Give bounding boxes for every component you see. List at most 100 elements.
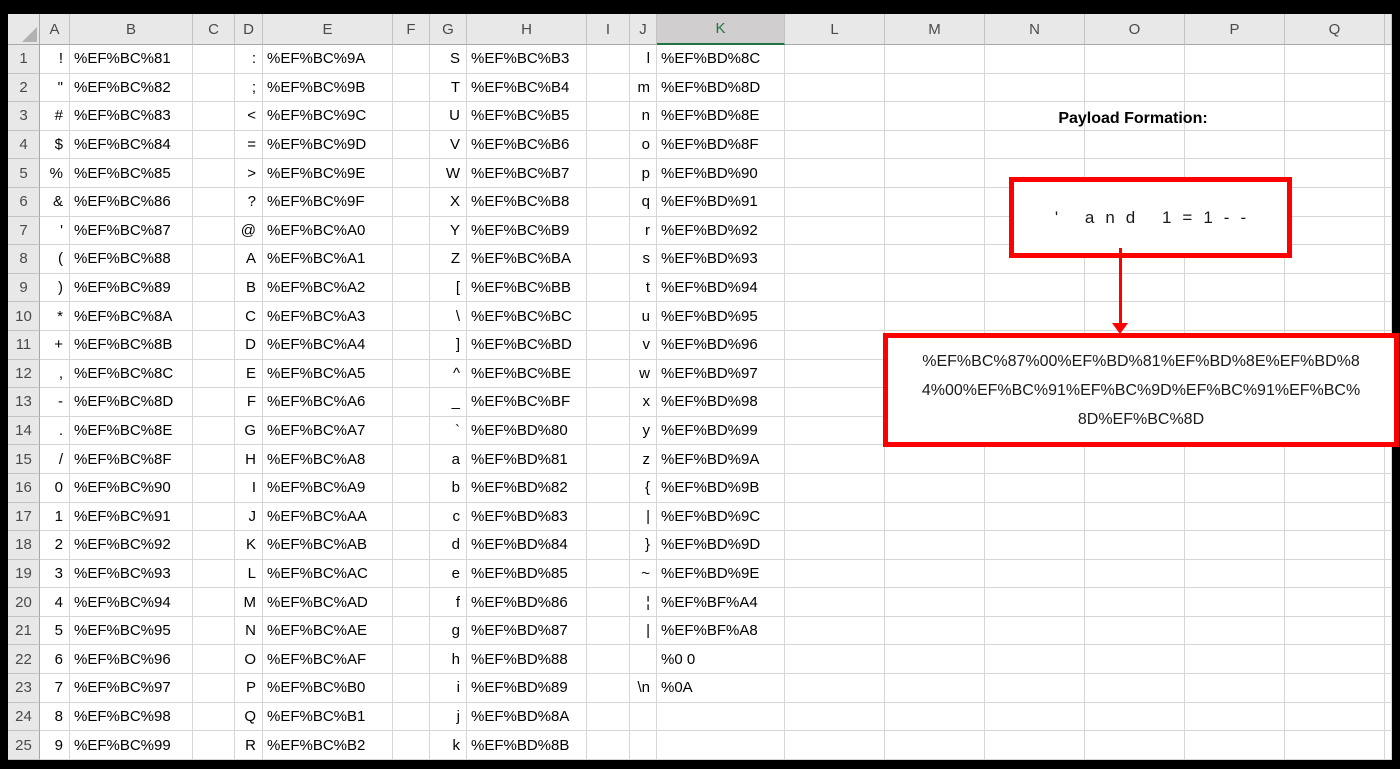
cell-C2[interactable] — [193, 73, 235, 103]
row-header-9[interactable]: 9 — [8, 273, 40, 303]
cell-L11[interactable] — [785, 330, 885, 360]
cell-K22[interactable]: %0 0 — [657, 645, 785, 675]
cell-A13[interactable]: - — [40, 388, 70, 417]
cell-I10[interactable] — [587, 302, 630, 331]
cell-M23[interactable] — [885, 674, 985, 703]
cell-J22[interactable] — [630, 645, 657, 675]
cell-A11[interactable]: + — [40, 330, 70, 360]
cell-H24[interactable]: %EF%BD%8A — [467, 702, 587, 732]
cell-E8[interactable]: %EF%BC%A1 — [263, 245, 393, 274]
cell-H6[interactable]: %EF%BC%B8 — [467, 187, 587, 217]
column-header-K[interactable]: K — [657, 14, 785, 45]
cell-B24[interactable]: %EF%BC%98 — [70, 702, 193, 732]
cell-E22[interactable]: %EF%BC%AF — [263, 645, 393, 675]
cell-D1[interactable]: : — [235, 45, 263, 74]
cell-D19[interactable]: L — [235, 559, 263, 589]
cell-F3[interactable] — [393, 102, 430, 131]
cell-G11[interactable]: ] — [430, 330, 467, 360]
cell-Q5[interactable] — [1285, 159, 1385, 188]
cell-Q17[interactable] — [1285, 502, 1385, 532]
cell-Q20[interactable] — [1285, 588, 1385, 617]
cell-C7[interactable] — [193, 216, 235, 246]
cell-F23[interactable] — [393, 674, 430, 703]
cell-H21[interactable]: %EF%BD%87 — [467, 616, 587, 646]
cell-A16[interactable]: 0 — [40, 473, 70, 503]
cell-A3[interactable]: # — [40, 102, 70, 131]
cell-K9[interactable]: %EF%BD%94 — [657, 273, 785, 303]
cell-I8[interactable] — [587, 245, 630, 274]
cell-M4[interactable] — [885, 130, 985, 160]
cell-D5[interactable]: > — [235, 159, 263, 188]
cell-B23[interactable]: %EF%BC%97 — [70, 674, 193, 703]
cell-Q8[interactable] — [1285, 245, 1385, 274]
cell-N6[interactable] — [985, 187, 1085, 217]
cell-O16[interactable] — [1085, 473, 1185, 503]
cell-G25[interactable]: k — [430, 731, 467, 760]
cell-J23[interactable]: \n — [630, 674, 657, 703]
cell-F5[interactable] — [393, 159, 430, 188]
cell-E9[interactable]: %EF%BC%A2 — [263, 273, 393, 303]
cell-G13[interactable]: _ — [430, 388, 467, 417]
cell-C4[interactable] — [193, 130, 235, 160]
cell-B5[interactable]: %EF%BC%85 — [70, 159, 193, 188]
row-header-21[interactable]: 21 — [8, 616, 40, 646]
cell-C1[interactable] — [193, 45, 235, 74]
cell-J1[interactable]: l — [630, 45, 657, 74]
cell-K14[interactable]: %EF%BD%99 — [657, 416, 785, 446]
cell-P7[interactable] — [1185, 216, 1285, 246]
cell-G7[interactable]: Y — [430, 216, 467, 246]
cell-M5[interactable] — [885, 159, 985, 188]
column-header-B[interactable]: B — [70, 14, 193, 45]
cell-O8[interactable] — [1085, 245, 1185, 274]
cell-B8[interactable]: %EF%BC%88 — [70, 245, 193, 274]
cell-Q13[interactable] — [1285, 388, 1385, 417]
cell-B11[interactable]: %EF%BC%8B — [70, 330, 193, 360]
cell-A12[interactable]: , — [40, 359, 70, 389]
cell-J3[interactable]: n — [630, 102, 657, 131]
cell-B18[interactable]: %EF%BC%92 — [70, 531, 193, 560]
cell-J18[interactable]: } — [630, 531, 657, 560]
cell-I19[interactable] — [587, 559, 630, 589]
cell-L1[interactable] — [785, 45, 885, 74]
cell-A15[interactable]: / — [40, 445, 70, 474]
cell-L16[interactable] — [785, 473, 885, 503]
row-header-22[interactable]: 22 — [8, 645, 40, 675]
cell-A8[interactable]: ( — [40, 245, 70, 274]
cell-K4[interactable]: %EF%BD%8F — [657, 130, 785, 160]
cell-I9[interactable] — [587, 273, 630, 303]
cell-C15[interactable] — [193, 445, 235, 474]
cell-H3[interactable]: %EF%BC%B5 — [467, 102, 587, 131]
cell-I18[interactable] — [587, 531, 630, 560]
cell-N25[interactable] — [985, 731, 1085, 760]
cell-O7[interactable] — [1085, 216, 1185, 246]
cell-Q24[interactable] — [1285, 702, 1385, 732]
cell-D6[interactable]: ? — [235, 187, 263, 217]
cell-I23[interactable] — [587, 674, 630, 703]
cell-C11[interactable] — [193, 330, 235, 360]
cell-J16[interactable]: { — [630, 473, 657, 503]
cell-M11[interactable] — [885, 330, 985, 360]
cell-E23[interactable]: %EF%BC%B0 — [263, 674, 393, 703]
cell-I25[interactable] — [587, 731, 630, 760]
cell-A6[interactable]: & — [40, 187, 70, 217]
cell-I13[interactable] — [587, 388, 630, 417]
cell-E11[interactable]: %EF%BC%A4 — [263, 330, 393, 360]
cell-C20[interactable] — [193, 588, 235, 617]
cell-O1[interactable] — [1085, 45, 1185, 74]
row-header-11[interactable]: 11 — [8, 330, 40, 360]
cell-I22[interactable] — [587, 645, 630, 675]
cell-M22[interactable] — [885, 645, 985, 675]
cell-H9[interactable]: %EF%BC%BB — [467, 273, 587, 303]
cell-D10[interactable]: C — [235, 302, 263, 331]
cell-H23[interactable]: %EF%BD%89 — [467, 674, 587, 703]
cell-K18[interactable]: %EF%BD%9D — [657, 531, 785, 560]
cell-H20[interactable]: %EF%BD%86 — [467, 588, 587, 617]
cell-E1[interactable]: %EF%BC%9A — [263, 45, 393, 74]
column-header-P[interactable]: P — [1185, 14, 1285, 45]
cell-C18[interactable] — [193, 531, 235, 560]
cell-E2[interactable]: %EF%BC%9B — [263, 73, 393, 103]
cell-M1[interactable] — [885, 45, 985, 74]
row-header-23[interactable]: 23 — [8, 674, 40, 703]
cell-O21[interactable] — [1085, 616, 1185, 646]
cell-K19[interactable]: %EF%BD%9E — [657, 559, 785, 589]
